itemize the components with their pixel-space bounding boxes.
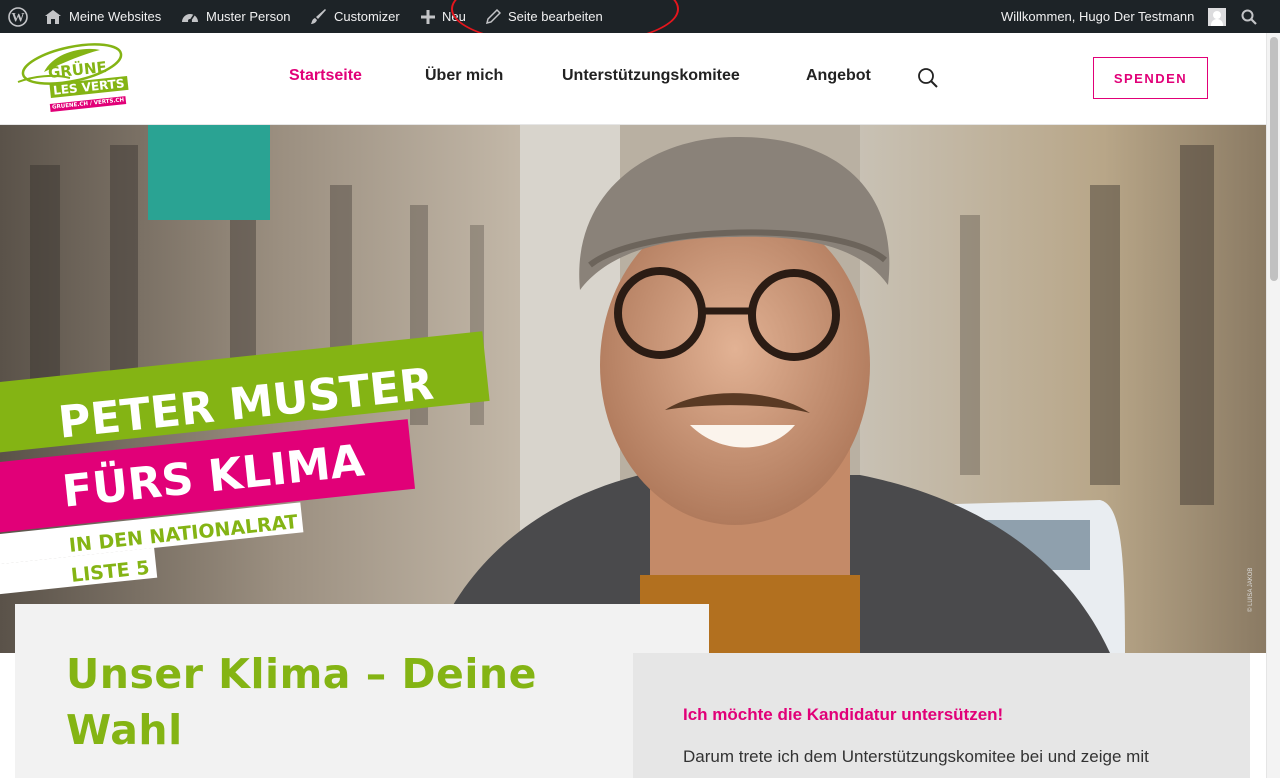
- wordpress-icon: W: [8, 6, 28, 27]
- nav-item-angebot[interactable]: Angebot: [806, 67, 871, 85]
- site-logo[interactable]: GRÜNE LES VERTS GRUENE.CH / VERTS.CH: [14, 42, 130, 116]
- site-header: GRÜNE LES VERTS GRUENE.CH / VERTS.CH Sta…: [0, 33, 1266, 125]
- hero-banner: PETER MUSTER FÜRS KLIMA IN DEN NATIONALR…: [0, 125, 1266, 653]
- customizer-label: Customizer: [334, 9, 400, 24]
- dashboard-gauge-icon: [182, 13, 198, 23]
- sites-icon: [45, 9, 61, 24]
- nav-item-ueber-mich[interactable]: Über mich: [425, 67, 503, 85]
- page-scrollbar[interactable]: [1266, 33, 1280, 778]
- support-text: Darum trete ich dem Unterstützungskomite…: [683, 747, 1149, 766]
- customizer-link[interactable]: Customizer: [310, 0, 400, 33]
- edit-page-label: Seite bearbeiten: [508, 9, 603, 24]
- site-name-label: Muster Person: [206, 9, 291, 24]
- wp-admin-bar: W Meine Websites Muster Person Customize…: [0, 0, 1280, 33]
- new-content-menu[interactable]: Neu: [421, 0, 466, 33]
- support-title: Ich möchte die Kandidatur untersützen!: [683, 705, 1004, 724]
- pencil-icon: [486, 9, 501, 24]
- plus-icon: [421, 9, 435, 24]
- paintbrush-icon: [311, 9, 326, 24]
- new-label: Neu: [442, 9, 466, 24]
- svg-text:W: W: [12, 9, 25, 24]
- edit-page-link[interactable]: Seite bearbeiten: [486, 0, 603, 33]
- search-icon: [918, 68, 938, 88]
- donate-button[interactable]: SPENDEN: [1093, 57, 1208, 99]
- site-search-button[interactable]: [917, 67, 939, 94]
- photo-credit: © LUISA JAKOB: [1248, 567, 1254, 612]
- avatar[interactable]: [1208, 8, 1226, 26]
- page-headline: Unser Klima – Deine Wahl: [66, 650, 537, 754]
- admin-search-button[interactable]: [1241, 0, 1257, 33]
- greeting-label: Willkommen, Hugo Der Testmann: [1001, 9, 1195, 24]
- account-menu[interactable]: Willkommen, Hugo Der Testmann: [1001, 0, 1194, 33]
- site-name-menu[interactable]: Muster Person: [181, 0, 291, 33]
- my-sites-label: Meine Websites: [69, 9, 162, 24]
- search-icon: [1241, 9, 1257, 25]
- nav-item-startseite[interactable]: Startseite: [289, 67, 362, 85]
- scrollbar-thumb[interactable]: [1270, 37, 1278, 281]
- wordpress-logo-button[interactable]: W: [8, 0, 28, 33]
- my-sites-menu[interactable]: Meine Websites: [44, 0, 161, 33]
- nav-item-unterstuetzungskomitee[interactable]: Unterstützungskomitee: [562, 67, 740, 85]
